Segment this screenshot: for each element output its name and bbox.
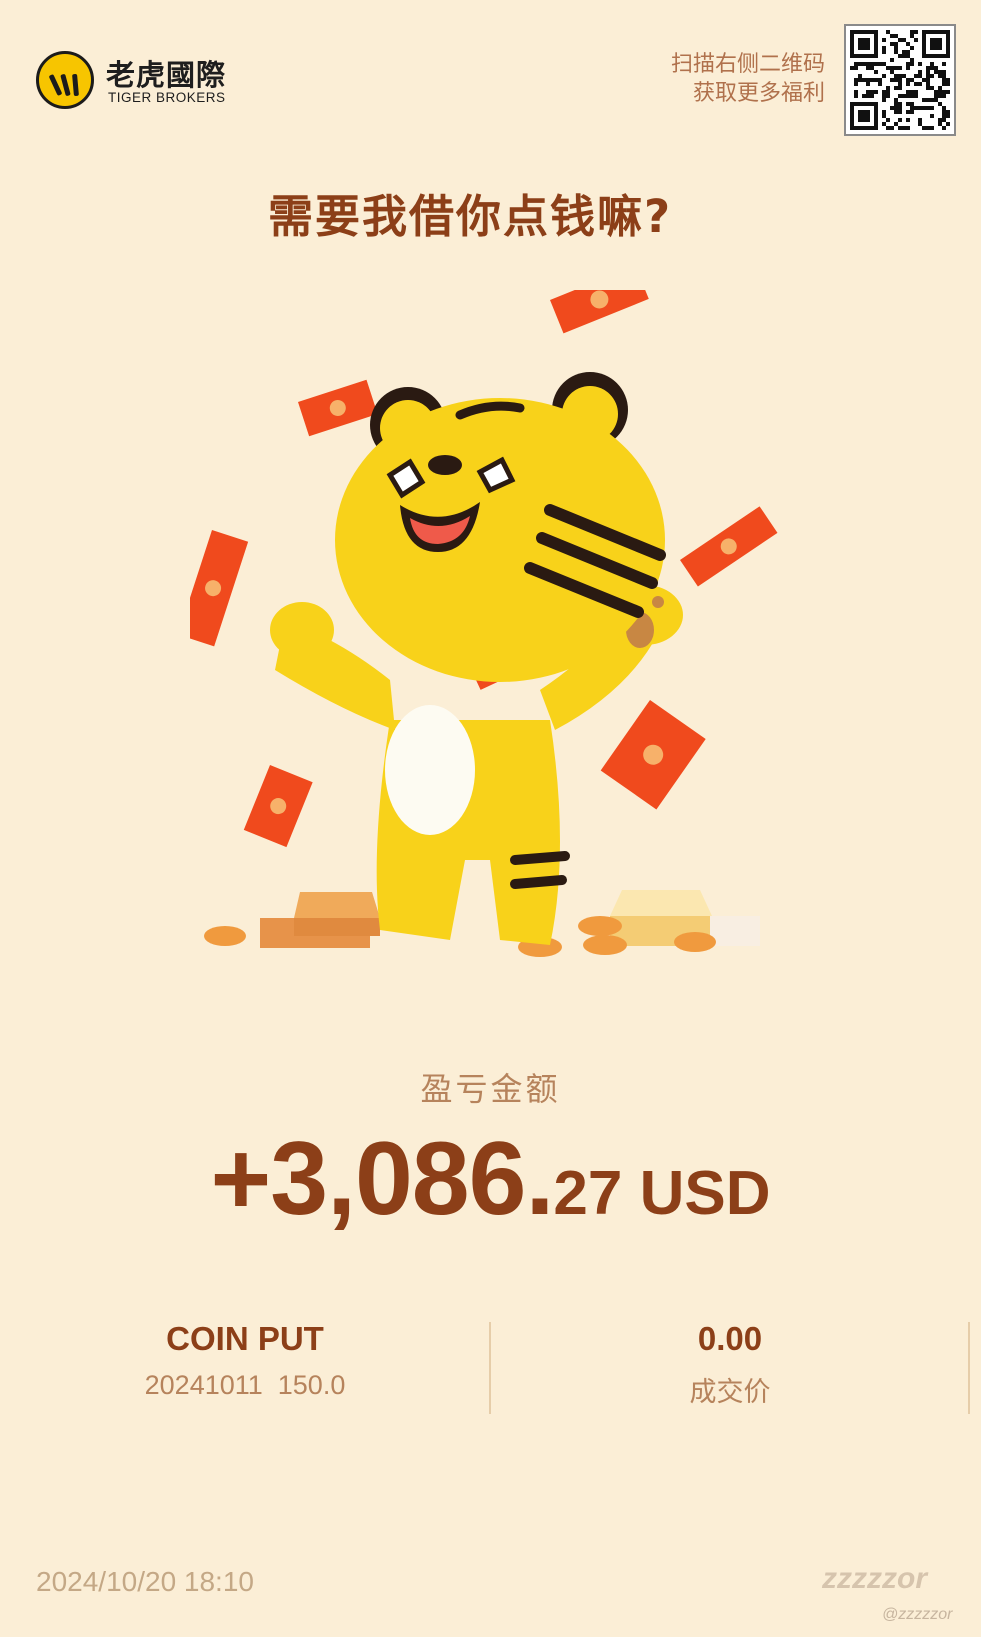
pnl-amount: +3,086.27 USD	[0, 1120, 981, 1239]
red-envelope-icon	[680, 506, 778, 587]
red-envelope-icon	[550, 290, 649, 334]
qr-promo-text: 扫描右侧二维码 获取更多福利	[671, 50, 825, 108]
tiger-logo-icon	[36, 51, 94, 109]
page-headline: 需要我借你点钱嘛?	[267, 190, 673, 243]
position-block: COIN PUT 20241011 150.0	[120, 1320, 370, 1401]
gold-bars-left	[260, 892, 380, 948]
position-name: COIN PUT	[166, 1320, 324, 1357]
divider	[489, 1322, 491, 1414]
tiger-mascot-illustration	[190, 290, 778, 957]
author-handle: @zzzzzor	[882, 1606, 953, 1623]
trade-price-block: 0.00 成交价	[620, 1320, 840, 1409]
qr-code-icon[interactable]	[844, 24, 956, 136]
trade-price: 0.00	[697, 1320, 763, 1357]
divider-right	[968, 1322, 970, 1414]
red-envelope-icon	[190, 530, 249, 647]
brand-name-en: TIGER BROKERS	[108, 90, 226, 105]
promo-line-1: 扫描右侧二维码	[670, 52, 825, 77]
red-envelope-icon	[243, 765, 313, 848]
watermark: zzzzzor	[822, 1562, 927, 1595]
promo-line-2: 获取更多福利	[692, 81, 825, 106]
pnl-amount-decimal: 27 USD	[553, 1159, 771, 1228]
brand-name-cn: 老虎國際	[106, 58, 227, 92]
pnl-amount-main: +3,086.	[210, 1121, 555, 1237]
red-envelope-icon	[298, 379, 378, 437]
timestamp: 2024/10/20 18:10	[36, 1566, 254, 1597]
pnl-label: 盈亏金额	[420, 1070, 561, 1108]
trade-price-label: 成交价	[689, 1377, 771, 1407]
position-detail: 20241011 150.0	[144, 1370, 346, 1400]
red-envelope-icon	[600, 700, 706, 810]
